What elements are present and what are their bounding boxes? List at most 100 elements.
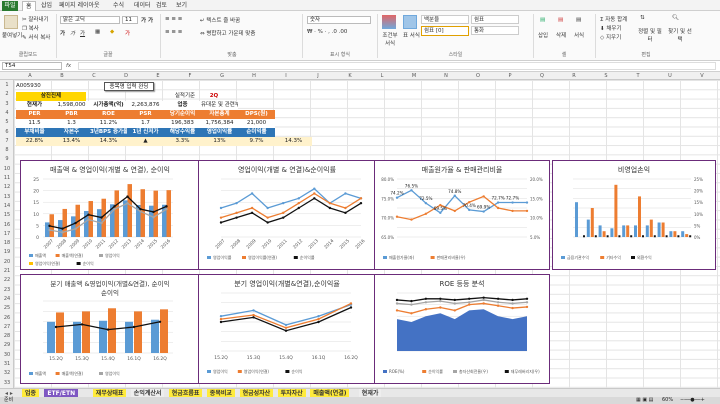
row-header[interactable]: 33: [0, 380, 14, 386]
column-header[interactable]: T: [622, 72, 654, 80]
r7-cell[interactable]: 3.3%: [164, 137, 201, 146]
row-header[interactable]: 5: [0, 119, 14, 125]
row-header[interactable]: 32: [0, 370, 14, 376]
row-header[interactable]: 24: [0, 296, 14, 302]
r4-cell[interactable]: ROE: [90, 110, 127, 119]
column-header[interactable]: K: [334, 72, 366, 80]
sort-filter-button[interactable]: 정렬 및 필터: [636, 27, 664, 43]
chart-quarterly-revenue[interactable]: 분기 매출액 &영업이익(개별&연결), 순이익 순이익 15.2Q 15.3Q 1…: [20, 274, 200, 384]
chart-roe-analysis[interactable]: ROE 등등 분석 ROE(%) 순이익률 총자산회전율(우) 재무레버리지(우): [374, 274, 550, 384]
chart-op-margin[interactable]: 영업이익(개별 & 연결)&순이익률 2007 2008 2009 2010 2011 2…: [198, 160, 376, 270]
delete-cells-button[interactable]: 삭제: [556, 31, 566, 39]
table-format-button[interactable]: 표 서식: [403, 31, 420, 39]
r5-cell[interactable]: 1.3: [53, 119, 90, 128]
file-tab[interactable]: 파일: [2, 1, 18, 11]
row-header[interactable]: 30: [0, 352, 14, 358]
paste-icon[interactable]: [4, 15, 18, 29]
fill-button[interactable]: ⬇ 채우기: [600, 24, 622, 32]
row-header[interactable]: 11: [0, 175, 14, 181]
r4-cell[interactable]: 자본총계: [201, 110, 238, 119]
fx-icon[interactable]: fx: [66, 63, 71, 69]
format-cells-icon[interactable]: ▤: [576, 17, 581, 23]
conditional-format-button[interactable]: 조건부 서식: [380, 31, 400, 47]
r4-cell[interactable]: DPS(원): [238, 110, 275, 119]
r6-cell[interactable]: 영업이익률: [201, 128, 238, 137]
r4-cell[interactable]: PBR: [53, 110, 90, 119]
align-left-icon[interactable]: ≡ ≡ ≡: [165, 29, 182, 35]
style-percent[interactable]: 백분율: [421, 15, 469, 24]
column-header[interactable]: R: [558, 72, 590, 80]
company-name-cell[interactable]: 삼진진제: [16, 92, 86, 101]
row-header[interactable]: 12: [0, 184, 14, 190]
paste-button[interactable]: 붙여넣기: [2, 31, 22, 39]
fill-color-button[interactable]: ◆: [110, 29, 114, 35]
row-header[interactable]: 4: [0, 110, 14, 116]
column-header[interactable]: J: [302, 72, 334, 80]
column-header[interactable]: M: [398, 72, 430, 80]
delete-cells-icon[interactable]: ▤: [558, 17, 563, 23]
r4-cell[interactable]: PER: [16, 110, 53, 119]
row-header[interactable]: 15: [0, 212, 14, 218]
sort-filter-icon[interactable]: ⇅: [640, 15, 645, 21]
zoom-slider[interactable]: −──●──+: [680, 397, 705, 404]
style-comma[interactable]: 쉼표: [471, 15, 519, 24]
column-header[interactable]: L: [366, 72, 398, 80]
r3-cell[interactable]: 2,263,876: [127, 101, 164, 110]
row-header[interactable]: 14: [0, 203, 14, 209]
row-header[interactable]: 2: [0, 91, 14, 97]
find-icon[interactable]: 🔍︎: [672, 15, 679, 21]
r6-cell[interactable]: 순이익률: [238, 128, 275, 137]
grow-font-button[interactable]: 가 가: [141, 16, 153, 24]
row-header[interactable]: 6: [0, 129, 14, 135]
row-header[interactable]: 20: [0, 259, 14, 265]
r5-cell[interactable]: 21,000: [238, 119, 275, 128]
r7-cell[interactable]: 13.4%: [53, 137, 90, 146]
r6-cell[interactable]: 부채비율: [16, 128, 53, 137]
insert-cells-button[interactable]: 삽입: [538, 31, 548, 39]
table-format-icon[interactable]: [403, 15, 417, 29]
tab-page-layout[interactable]: 페이지 레이아웃: [56, 1, 103, 11]
row-header[interactable]: 17: [0, 231, 14, 237]
copy-button[interactable]: ❐ 복사: [22, 24, 39, 32]
autosum-button[interactable]: Σ 자동 합계: [600, 15, 627, 23]
style-currency[interactable]: 통화: [471, 26, 519, 35]
r3-cell[interactable]: 시가총액(억): [90, 101, 127, 110]
align-top-icon[interactable]: ≡ ≡ ≡: [165, 16, 182, 22]
row-header[interactable]: 16: [0, 222, 14, 228]
column-header[interactable]: E: [142, 72, 174, 80]
r5-cell[interactable]: 1,756,384: [201, 119, 238, 128]
tab-insert[interactable]: 삽입: [38, 1, 55, 11]
r7-cell[interactable]: 14.3%: [90, 137, 127, 146]
row-header[interactable]: 1: [0, 82, 14, 88]
column-header[interactable]: V: [686, 72, 718, 80]
insert-cells-icon[interactable]: ▤: [540, 17, 545, 23]
column-header[interactable]: Q: [526, 72, 558, 80]
chart-cost-ratio[interactable]: 매출원가율 & 판매관리비율 74.2% 76.5% 72.5% 69.5% 74.8%…: [374, 160, 550, 270]
column-header[interactable]: F: [174, 72, 206, 80]
merge-center-button[interactable]: ⇔ 병합하고 가운데 맞춤: [200, 29, 255, 37]
view-buttons[interactable]: ▦ ▣ ▤: [636, 397, 653, 404]
row-header[interactable]: 21: [0, 268, 14, 274]
wrap-text-button[interactable]: ↵ 텍스트 줄 바꿈: [200, 16, 240, 24]
number-format-select[interactable]: 숫자: [307, 16, 371, 24]
bold-button[interactable]: 가: [60, 29, 65, 37]
r5-cell[interactable]: 11.2%: [90, 119, 127, 128]
tab-view[interactable]: 보기: [173, 1, 190, 11]
row-header[interactable]: 23: [0, 287, 14, 293]
stock-code-cell[interactable]: A005930: [16, 82, 56, 91]
column-header[interactable]: G: [206, 72, 238, 80]
row-header[interactable]: 25: [0, 305, 14, 311]
formula-input[interactable]: [78, 62, 716, 70]
column-header[interactable]: D: [110, 72, 142, 80]
r4-cell[interactable]: 당기순이익: [164, 110, 201, 119]
column-header[interactable]: O: [462, 72, 494, 80]
style-comma0[interactable]: 쉼표 [0]: [421, 26, 469, 36]
r4-cell[interactable]: PSR: [127, 110, 164, 119]
tab-data[interactable]: 데이터: [131, 1, 154, 11]
font-size-select[interactable]: 11: [122, 16, 138, 24]
zoom-level[interactable]: 60%: [662, 397, 673, 404]
r5-cell[interactable]: 1.7: [127, 119, 164, 128]
row-header[interactable]: 9: [0, 156, 14, 162]
r7-cell[interactable]: 9.7%: [238, 137, 275, 146]
chart-revenue-annual[interactable]: 매출액 & 영업이익(개별 & 연결), 순이익 2007 2008 2009 201…: [20, 160, 200, 270]
